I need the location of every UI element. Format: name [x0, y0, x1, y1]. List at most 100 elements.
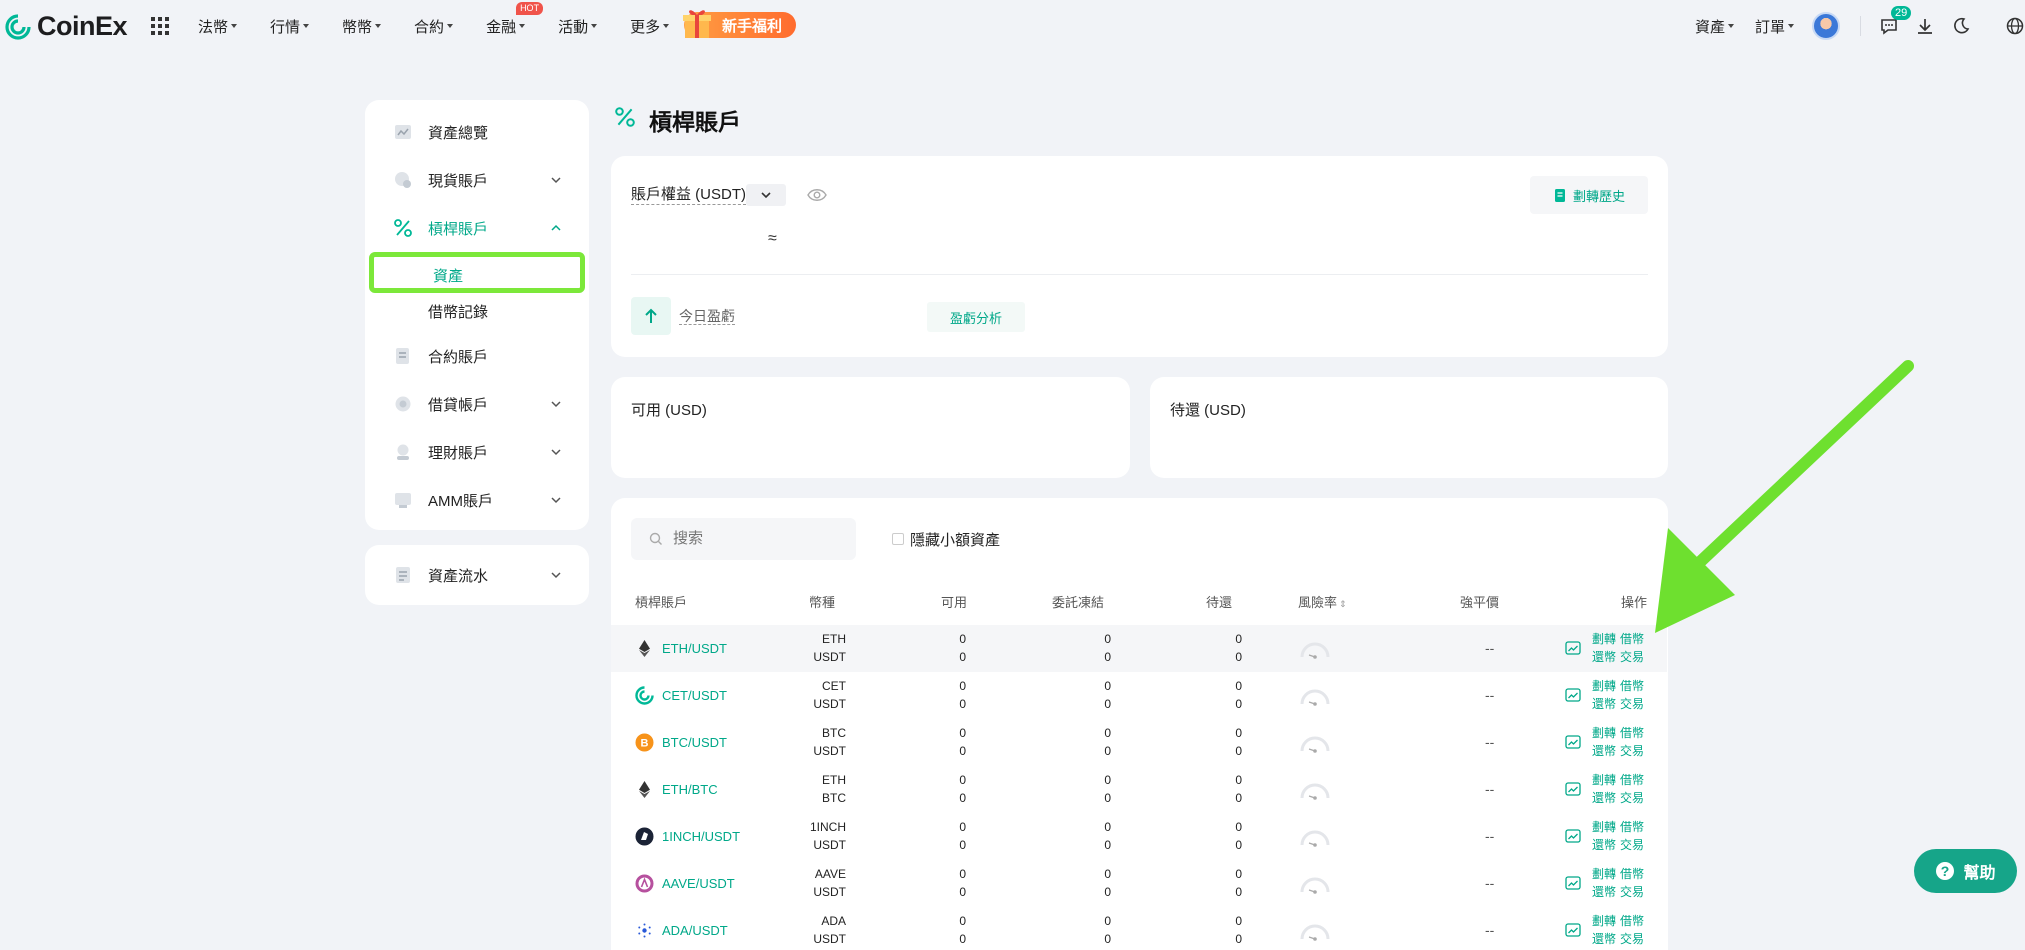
chart-trend-icon[interactable] — [1565, 641, 1581, 655]
pnl-analysis-button[interactable]: 盈虧分析 — [927, 302, 1025, 332]
borrow-link[interactable]: 借幣 — [1620, 632, 1644, 646]
chevron-down-icon — [551, 497, 561, 504]
document-icon — [1554, 188, 1565, 202]
frozen-values: 00 — [1104, 914, 1111, 946]
newbie-promo-button[interactable]: 新手福利 — [683, 10, 796, 38]
search-input[interactable] — [673, 530, 843, 547]
nav-markets[interactable]: 行情 — [270, 16, 310, 37]
pair-link[interactable]: ETH/USDT — [662, 641, 727, 656]
pair-link[interactable]: AAVE/USDT — [662, 876, 735, 891]
frozen-values: 00 — [1104, 632, 1111, 664]
table-row[interactable]: AAVE/USDT AAVE USDT 00 00 00 -- 劃轉 借幣 還幣 交易 — [611, 860, 1667, 907]
sidebar-item-spot[interactable]: 現貨賬戶 — [365, 160, 589, 200]
table-row[interactable]: 1INCH/USDT 1INCH USDT 00 00 00 -- 劃轉 借幣 還幣… — [611, 813, 1667, 860]
available-card: 可用 (USD) — [611, 377, 1130, 478]
chart-trend-icon[interactable] — [1565, 829, 1581, 843]
sidebar-item-borrow-records[interactable]: 借幣記錄 — [365, 291, 589, 331]
amm-account-icon — [395, 493, 411, 508]
available-values: 00 — [959, 773, 966, 805]
table-row[interactable]: ADA/USDT ADA USDT 00 00 00 -- 劃轉 借幣 還幣 交易 — [611, 907, 1667, 950]
sidebar-item-finance[interactable]: 理財賬戶 — [365, 432, 589, 472]
trade-link[interactable]: 交易 — [1620, 650, 1644, 664]
chart-trend-icon[interactable] — [1565, 735, 1581, 749]
pair-link[interactable]: ADA/USDT — [662, 923, 728, 938]
sidebar-item-margin-assets[interactable]: 資產 — [369, 252, 585, 293]
repay-link[interactable]: 還幣 — [1592, 791, 1616, 805]
transfer-link[interactable]: 劃轉 — [1592, 632, 1616, 646]
table-row[interactable]: CET/USDT CET USDT 00 00 00 -- 劃轉 借幣 還幣 交易 — [611, 672, 1667, 719]
repay-link[interactable]: 還幣 — [1592, 650, 1616, 664]
sidebar-item-loan[interactable]: 借貸帳戶 — [365, 384, 589, 424]
table-row[interactable]: B BTC/USDT BTC USDT 00 00 00 -- 劃轉 借幣 還幣 交易 — [611, 719, 1667, 766]
eth-icon — [635, 780, 654, 799]
caret-down-icon — [303, 24, 310, 28]
nav-spot[interactable]: 幣幣 — [342, 16, 382, 37]
trade-link[interactable]: 交易 — [1620, 932, 1644, 946]
hide-small-assets-checkbox[interactable] — [892, 533, 904, 545]
table-row[interactable]: ETH/USDT ETH USDT 00 00 00 -- 劃轉 借幣 還幣 交易 — [611, 625, 1667, 672]
sidebar-item-amm[interactable]: AMM賬戶 — [365, 480, 589, 520]
transfer-link[interactable]: 劃轉 — [1592, 773, 1616, 787]
table-row[interactable]: ETH/BTC ETH BTC 00 00 00 -- 劃轉 借幣 還幣 交易 — [611, 766, 1667, 813]
repay-link[interactable]: 還幣 — [1592, 697, 1616, 711]
chart-trend-icon[interactable] — [1565, 688, 1581, 702]
pair-link[interactable]: 1INCH/USDT — [662, 829, 740, 844]
eye-icon[interactable] — [807, 186, 827, 204]
currency-dropdown[interactable] — [746, 184, 786, 206]
borrow-link[interactable]: 借幣 — [1620, 820, 1644, 834]
main-nav: 法幣 行情 幣幣 合約 金融 HOT 活動 更多 — [198, 0, 702, 52]
nav-orders[interactable]: 訂單 — [1755, 0, 1795, 52]
pair-link[interactable]: CET/USDT — [662, 688, 727, 703]
nav-assets[interactable]: 資產 — [1695, 0, 1735, 52]
repay-link[interactable]: 還幣 — [1592, 744, 1616, 758]
chart-trend-icon[interactable] — [1565, 876, 1581, 890]
sidebar-item-futures[interactable]: 合約賬戶 — [365, 336, 589, 376]
coinex-logo[interactable]: CoinEx — [5, 11, 128, 42]
trade-link[interactable]: 交易 — [1620, 697, 1644, 711]
borrow-link[interactable]: 借幣 — [1620, 914, 1644, 928]
nav-fiat[interactable]: 法幣 — [198, 16, 238, 37]
repay-link[interactable]: 還幣 — [1592, 932, 1616, 946]
dark-mode-icon[interactable] — [1951, 16, 1971, 36]
download-icon[interactable] — [1915, 16, 1935, 36]
transfer-history-button[interactable]: 劃轉歷史 — [1530, 176, 1648, 214]
repay-link[interactable]: 還幣 — [1592, 885, 1616, 899]
pair-link[interactable]: ETH/BTC — [662, 782, 718, 797]
chart-trend-icon[interactable] — [1565, 782, 1581, 796]
trade-link[interactable]: 交易 — [1620, 885, 1644, 899]
sidebar-item-overview[interactable]: 資產總覽 — [365, 112, 589, 152]
borrow-link[interactable]: 借幣 — [1620, 726, 1644, 740]
user-avatar[interactable] — [1812, 12, 1840, 40]
apps-grid-icon[interactable] — [150, 16, 170, 36]
col-header-risk[interactable]: 風險率 ⇕ — [1298, 592, 1347, 611]
chevron-down-icon — [551, 401, 561, 408]
globe-icon[interactable] — [2005, 16, 2025, 36]
chart-trend-icon[interactable] — [1565, 923, 1581, 937]
help-button[interactable]: ? 幫助 — [1914, 849, 2017, 893]
liquidation-price: -- — [1485, 828, 1495, 844]
frozen-values: 00 — [1104, 867, 1111, 899]
transfer-link[interactable]: 劃轉 — [1592, 867, 1616, 881]
nav-futures[interactable]: 合約 — [414, 16, 454, 37]
borrow-link[interactable]: 借幣 — [1620, 679, 1644, 693]
transfer-link[interactable]: 劃轉 — [1592, 679, 1616, 693]
transfer-link[interactable]: 劃轉 — [1592, 820, 1616, 834]
trade-link[interactable]: 交易 — [1620, 791, 1644, 805]
trade-link[interactable]: 交易 — [1620, 838, 1644, 852]
frozen-values: 00 — [1104, 773, 1111, 805]
trade-link[interactable]: 交易 — [1620, 744, 1644, 758]
risk-gauge-icon — [1300, 642, 1330, 659]
borrow-link[interactable]: 借幣 — [1620, 867, 1644, 881]
sidebar-item-asset-flow[interactable]: 資產流水 — [365, 555, 589, 595]
borrow-link[interactable]: 借幣 — [1620, 773, 1644, 787]
repay-link[interactable]: 還幣 — [1592, 838, 1616, 852]
due-values: 00 — [1235, 867, 1242, 899]
col-header-available: 可用 — [941, 595, 968, 610]
nav-finance[interactable]: 金融 HOT — [486, 1, 544, 37]
nav-more[interactable]: 更多 — [630, 16, 670, 37]
pair-link[interactable]: BTC/USDT — [662, 735, 727, 750]
transfer-link[interactable]: 劃轉 — [1592, 914, 1616, 928]
transfer-link[interactable]: 劃轉 — [1592, 726, 1616, 740]
nav-activities[interactable]: 活動 — [558, 16, 598, 37]
sidebar-item-margin[interactable]: 槓桿賬戶 — [365, 208, 589, 248]
